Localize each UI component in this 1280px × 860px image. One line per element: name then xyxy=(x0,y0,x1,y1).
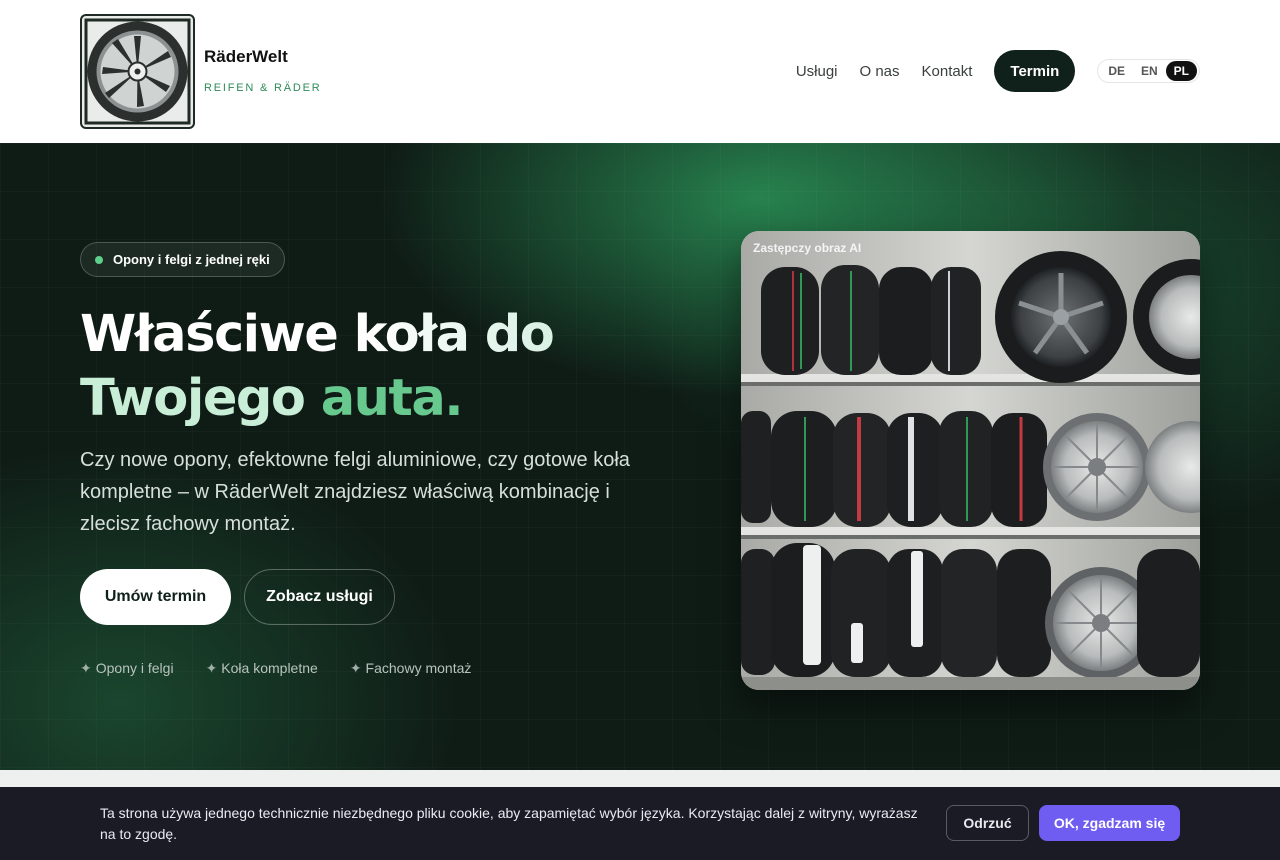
hero-lead: Czy nowe opony, efektowne felgi aluminio… xyxy=(80,449,630,535)
cookie-banner: Ta strona używa jednego technicznie niez… xyxy=(0,787,1280,860)
status-dot-icon xyxy=(95,256,103,264)
sparkle-icon: ✦ xyxy=(205,660,218,676)
feature-item: ✦ Koła kompletne xyxy=(205,660,318,676)
logo[interactable] xyxy=(80,14,195,129)
main-nav: Usługi O nas Kontakt Termin DE EN PL xyxy=(796,50,1200,92)
sparkle-icon: ✦ xyxy=(349,660,362,676)
feature-list: ✦ Opony i felgi ✦ Koła kompletne ✦ Fachowy … xyxy=(80,660,503,677)
hero-badge-label: Opony i felgi z jednej ręki xyxy=(113,252,270,267)
image-caption: Zastępczy obraz AI xyxy=(753,241,862,255)
cookie-text: Ta strona używa jednego technicznie niez… xyxy=(100,805,918,842)
hero-badge: Opony i felgi z jednej ręki xyxy=(80,242,285,277)
lang-de[interactable]: DE xyxy=(1100,61,1133,81)
hero-title-line2a: Twojego xyxy=(80,369,321,428)
termin-button[interactable]: Termin xyxy=(994,50,1076,92)
hero-title-line2b: auta. xyxy=(320,369,464,428)
see-services-button[interactable]: Zobacz usługi xyxy=(244,569,395,625)
nav-link-services[interactable]: Usługi xyxy=(796,63,838,80)
section-divider xyxy=(0,770,1280,787)
hero-section: Opony i felgi z jednej ręki Właściwe koł… xyxy=(0,143,1280,770)
book-appointment-button[interactable]: Umów termin xyxy=(80,569,231,625)
brand-name[interactable]: RäderWelt xyxy=(204,47,288,67)
hero-title-line1: Właściwe koła do xyxy=(80,305,555,364)
sparkle-icon: ✦ xyxy=(80,660,92,676)
alloy-wheel-icon xyxy=(84,18,191,125)
language-switcher: DE EN PL xyxy=(1097,59,1200,83)
tire-rack-illustration xyxy=(741,231,1200,690)
cookie-accept-button[interactable]: OK, zgadzam się xyxy=(1039,805,1180,841)
brand-tagline: REIFEN & RÄDER xyxy=(204,82,322,94)
nav-link-contact[interactable]: Kontakt xyxy=(922,63,973,80)
hero-title: Właściwe koła do Twojego auta. xyxy=(80,303,555,431)
feature-item: ✦ Opony i felgi xyxy=(80,660,174,676)
feature-item: ✦ Fachowy montaż xyxy=(349,660,472,676)
site-header: RäderWelt REIFEN & RÄDER Usługi O nas Ko… xyxy=(0,0,1280,143)
cookie-decline-button[interactable]: Odrzuć xyxy=(946,805,1029,841)
lang-pl[interactable]: PL xyxy=(1165,61,1197,81)
tire-shelf-image: Zastępczy obraz AI xyxy=(741,231,1200,690)
nav-link-about[interactable]: O nas xyxy=(860,63,900,80)
lang-en[interactable]: EN xyxy=(1133,61,1166,81)
